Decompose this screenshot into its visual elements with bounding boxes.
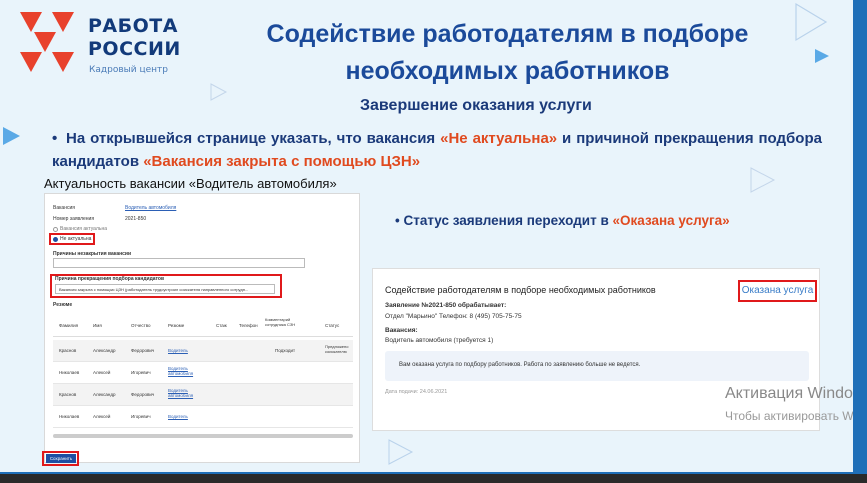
vacancy-label: Вакансия [53,205,75,211]
bullet-instruction: • На открывшейся странице указать, что ва… [52,130,822,170]
app-number-value: 2021-850 [125,216,147,222]
bullet1-red2: «Вакансия закрыта с помощью ЦЗН» [143,153,421,170]
logo-mark-icon [20,12,74,72]
cell-middlename: Федорович [131,392,155,397]
table-row[interactable]: Краснов Александр Федорович Водитель авт… [53,384,353,406]
app-number-label: Номер заявления [53,216,95,222]
logo-subtitle: Кадровый центр [89,65,168,75]
logo-line1: РАБОТА [88,15,178,37]
cell-resume-link[interactable]: Водитель [168,348,188,353]
col-comment: Комментарий сотрудника СЗН [265,317,296,327]
triangle-deco-icon [815,49,829,63]
cell-firstname: Александр [93,392,116,397]
bullet1-red1: «Не актуальна» [440,130,558,147]
resume-label: Резюме [53,302,73,308]
radio-actual[interactable] [53,227,58,232]
vacancy-link[interactable]: Водитель автомобиля [125,205,176,211]
left-shot-caption: Актуальность вакансии «Водитель автомоби… [44,176,337,191]
cell-resume-link[interactable]: Водитель автомобиля [168,388,204,398]
highlight-not-actual [49,233,95,245]
cell-firstname: Алексей [93,414,111,419]
cell-middlename: Федорович [131,348,155,353]
resume-table-header: Фамилия Имя Отчество Резюме Стаж Телефон… [53,313,353,337]
col-middlename: Отчество [131,323,151,328]
cell-comment: Подходит [275,348,296,353]
cell-lastname: Николаев [59,370,80,375]
cell-resume-link[interactable]: Водитель автомобиля [168,366,204,376]
bottom-edge-bar [0,472,867,483]
cell-lastname: Краснов [59,348,77,353]
col-lastname: Фамилия [59,323,79,328]
logo-line2: РОССИИ [88,38,181,60]
cell-status: Предложено соискателю [325,344,349,354]
col-resume: Резюме [168,323,185,328]
application-line: Заявление №2021-850 обрабатывает: [385,302,507,309]
windows-activation-hint: Чтобы активировать Windows [725,409,862,423]
triangle-deco-icon [3,127,20,145]
col-experience: Стаж [216,323,227,328]
windows-activation-title: Активация Windows [725,385,862,402]
highlight-save [42,451,79,466]
highlight-stop-reason [50,274,282,298]
bullet-status: • Статус заявления переходит в «Оказана … [395,213,730,228]
cell-middlename: Игоревич [131,414,151,419]
triangle-outline-icon [388,439,414,465]
service-note: Вам оказана услуга по подбору работников… [385,351,809,381]
cell-resume-link[interactable]: Водитель [168,414,188,419]
bullet1-text1: На открывшейся странице указать, что вак… [66,130,441,147]
right-edge-bar [853,0,867,472]
cell-lastname: Краснов [59,392,77,397]
cell-lastname: Николаев [59,414,80,419]
reasons-label: Причины незакрытия вакансии [53,251,132,257]
submission-date: Дата подачи: 24.06.2021 [385,389,448,395]
table-row[interactable]: Николаев Алексей Игоревич Водитель автом… [53,362,353,384]
cell-middlename: Игоревич [131,370,151,375]
table-scrollbar[interactable] [53,434,353,438]
col-firstname: Имя [93,323,102,328]
slide: РАБОТА РОССИИ Кадровый центр Содействие … [0,0,862,472]
vacancy-form-screenshot: Вакансия Водитель автомобиля Номер заявл… [44,193,360,463]
col-status: Статус [325,323,340,328]
table-row[interactable]: Николаев Алексей Игоревич Водитель [53,406,353,428]
office-line: Отдел "Марьино" Телефон: 8 (495) 705-75-… [385,313,522,320]
vacancy-heading: Вакансия: [385,327,418,334]
bullet2-text: Статус заявления переходит в [403,213,613,228]
reasons-input[interactable] [53,258,305,268]
table-row[interactable]: Краснов Александр Федорович Водитель Под… [53,340,353,362]
status-badge: Оказана услуга [738,280,817,302]
page-title: Содействие работодателям в подборе необх… [266,20,749,85]
vacancy-value: Водитель автомобиля (требуется 1) [385,337,494,344]
service-title: Содействие работодателям в подборе необх… [385,285,656,295]
radio-actual-label: Вакансия актуальна [60,226,108,232]
page-subtitle: Завершение оказания услуги [360,97,592,114]
cell-firstname: Александр [93,348,116,353]
bullet2-red: «Оказана услуга» [612,213,730,228]
col-phone: Телефон [239,323,258,328]
service-note-text: Вам оказана услуга по подбору работников… [399,362,641,368]
cell-firstname: Алексей [93,370,111,375]
